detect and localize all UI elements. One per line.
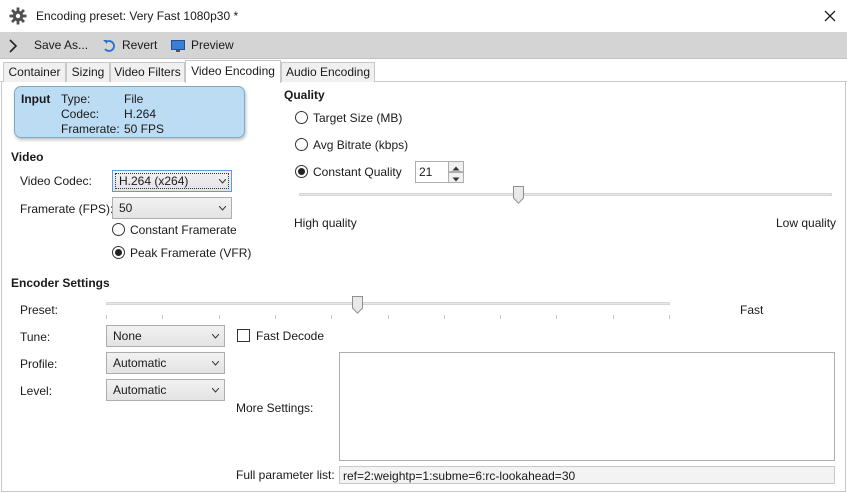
level-value: Automatic	[113, 383, 167, 397]
preset-slider-tick	[612, 315, 614, 319]
video-heading: Video	[11, 150, 44, 164]
quality-slider-track[interactable]	[299, 193, 832, 196]
video-codec-dropdown[interactable]: H.264 (x264)	[112, 170, 232, 192]
avg-bitrate-radio[interactable]	[295, 138, 308, 151]
preset-slider-tick	[387, 315, 389, 319]
chevron-down-icon	[212, 388, 219, 393]
constant-quality-input[interactable]: 21	[415, 161, 449, 183]
input-codec-value: H.264	[124, 107, 157, 121]
full-param-field[interactable]: ref=2:weightp=1:subme=6:rc-lookahead=30	[339, 466, 835, 484]
tab-video-filters[interactable]: Video Filters	[110, 62, 185, 82]
profile-label: Profile:	[20, 357, 58, 371]
close-icon[interactable]	[821, 7, 839, 25]
target-size-radio[interactable]	[295, 111, 308, 124]
constant-quality-radio[interactable]	[295, 165, 308, 178]
full-param-value: ref=2:weightp=1:subme=6:rc-lookahead=30	[343, 469, 576, 483]
framerate-dropdown[interactable]: 50	[112, 197, 232, 219]
tab-video-encoding[interactable]: Video Encoding	[185, 60, 281, 83]
chevron-down-icon	[212, 361, 219, 366]
spin-up-button[interactable]	[448, 161, 464, 172]
avg-bitrate-label[interactable]: Avg Bitrate (kbps)	[313, 138, 408, 152]
level-dropdown[interactable]: Automatic	[106, 379, 225, 401]
preset-label: Preset:	[20, 303, 59, 317]
more-settings-label: More Settings:	[236, 401, 314, 415]
revert-label: Revert	[122, 38, 158, 52]
window-title: Encoding preset: Very Fast 1080p30 *	[36, 9, 239, 23]
tune-value: None	[113, 329, 142, 343]
peak-framerate-label[interactable]: Peak Framerate (VFR)	[130, 246, 251, 260]
preview-button[interactable]: Preview	[171, 37, 234, 55]
constant-quality-value: 21	[419, 165, 433, 179]
profile-value: Automatic	[113, 356, 167, 370]
preset-slider-tick	[443, 315, 445, 319]
fast-decode-label[interactable]: Fast Decode	[256, 329, 324, 343]
preset-slider-tick	[106, 315, 107, 319]
profile-dropdown[interactable]: Automatic	[106, 352, 225, 374]
video-codec-label: Video Codec:	[20, 174, 92, 188]
preset-slider-tick	[669, 315, 670, 319]
preset-slider-tick	[218, 315, 220, 319]
low-quality-label: Low quality	[776, 216, 837, 230]
framerate-value: 50	[119, 201, 133, 215]
quality-slider-thumb[interactable]	[512, 186, 524, 204]
preset-slider-tick	[500, 315, 502, 319]
tune-dropdown[interactable]: None	[106, 325, 225, 347]
video-codec-value: H.264 (x264)	[119, 174, 189, 188]
more-settings-textarea[interactable]	[339, 352, 835, 461]
input-heading: Input	[21, 92, 51, 106]
peak-framerate-radio[interactable]	[112, 246, 125, 259]
quality-heading: Quality	[284, 88, 325, 102]
input-framerate-value: 50 FPS	[124, 122, 165, 136]
tab-container[interactable]: Container	[3, 62, 66, 82]
save-as-button[interactable]: Save As...	[34, 37, 88, 55]
constant-quality-label[interactable]: Constant Quality	[313, 165, 402, 179]
preset-slider-tick	[331, 315, 333, 319]
constant-framerate-label[interactable]: Constant Framerate	[130, 223, 237, 237]
input-info-box: Input Type: File Codec: H.264 Framerate:…	[14, 86, 245, 138]
spin-down-button[interactable]	[448, 172, 464, 183]
input-type-label: Type:	[61, 92, 91, 106]
encoder-heading: Encoder Settings	[11, 276, 110, 290]
preview-label: Preview	[191, 38, 234, 52]
title-bar: Encoding preset: Very Fast 1080p30 *	[0, 0, 847, 32]
preset-value-label: Fast	[740, 303, 764, 317]
constant-framerate-radio[interactable]	[112, 223, 125, 236]
chevron-down-icon	[219, 206, 226, 211]
preset-slider-track[interactable]	[106, 302, 670, 305]
input-framerate-label: Framerate:	[61, 122, 120, 136]
target-size-label[interactable]: Target Size (MB)	[313, 111, 402, 125]
full-param-label: Full parameter list:	[236, 468, 335, 482]
tab-audio-encoding[interactable]: Audio Encoding	[281, 62, 375, 82]
tab-sizing[interactable]: Sizing	[66, 62, 110, 82]
fast-decode-checkbox[interactable]	[237, 329, 250, 342]
preset-slider-tick	[556, 315, 558, 319]
overflow-chevron-icon[interactable]	[8, 37, 24, 55]
chevron-down-icon	[212, 334, 219, 339]
undo-icon	[103, 39, 115, 52]
caret-down-icon	[452, 177, 460, 182]
input-codec-label: Codec:	[61, 107, 100, 121]
gear-icon	[9, 7, 27, 25]
tab-strip: Container Sizing Video Filters Video Enc…	[0, 60, 847, 83]
preset-slider-thumb[interactable]	[351, 296, 363, 314]
chevron-down-icon	[219, 179, 226, 184]
revert-button[interactable]: Revert	[102, 37, 157, 55]
input-type-value: File	[124, 92, 144, 106]
level-label: Level:	[20, 384, 53, 398]
framerate-label: Framerate (FPS):	[20, 202, 114, 216]
preset-slider-tick	[274, 315, 276, 319]
tune-label: Tune:	[20, 330, 51, 344]
preset-slider-tick	[162, 315, 164, 319]
toolbar: Save As... Revert Preview	[0, 32, 847, 59]
monitor-icon	[171, 39, 185, 52]
high-quality-label: High quality	[294, 216, 357, 230]
